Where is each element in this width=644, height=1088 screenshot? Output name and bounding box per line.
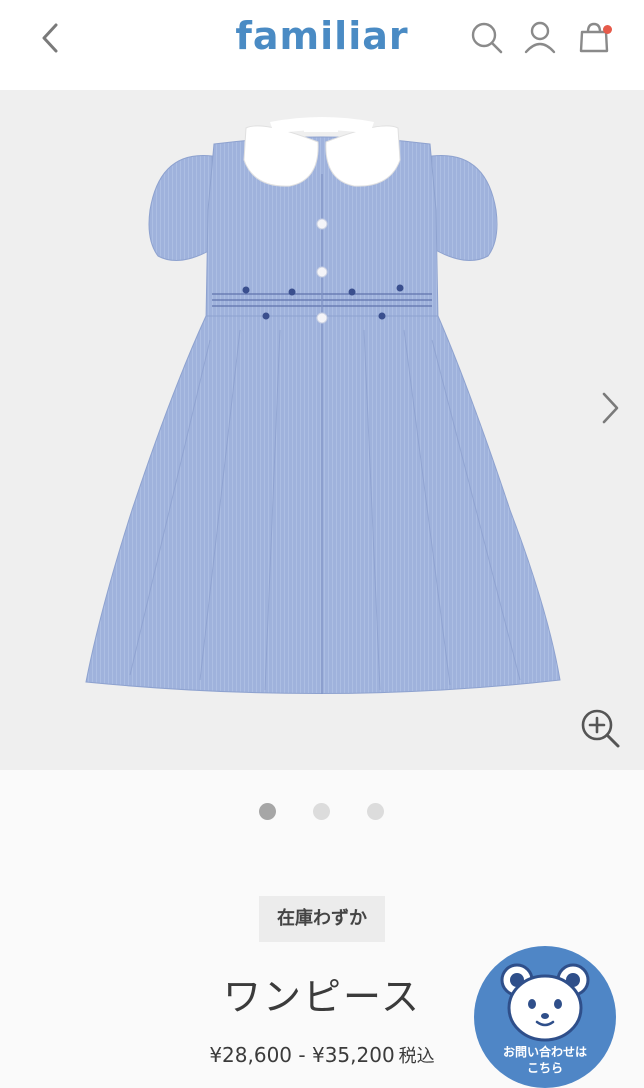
carousel-dot-1[interactable] [259,803,276,820]
product-image-gallery[interactable] [0,90,644,770]
contact-label-line2: こちら [526,1061,563,1075]
carousel-indicator [0,803,644,821]
user-icon[interactable] [522,18,558,58]
bear-mascot-icon [500,963,590,1042]
price-range: ¥28,600 - ¥35,200 [209,1043,395,1067]
search-icon[interactable] [468,18,504,58]
carousel-dot-3[interactable] [367,803,384,820]
cart-icon[interactable] [576,18,612,58]
contact-label-line1: お問い合わせは [502,1045,587,1059]
app-header: familiar [0,0,644,90]
stock-status-badge: 在庫わずか [259,896,385,942]
contact-button[interactable]: お問い合わせは こちら [474,946,616,1088]
tax-label: 税込 [398,1046,435,1067]
next-image-arrow-icon[interactable] [590,386,630,430]
dress-image[interactable] [0,90,644,770]
cart-badge-dot [603,25,612,34]
contact-label: お問い合わせは こちら [474,1044,616,1076]
carousel-dot-2[interactable] [313,803,330,820]
zoom-in-icon[interactable] [578,706,622,750]
